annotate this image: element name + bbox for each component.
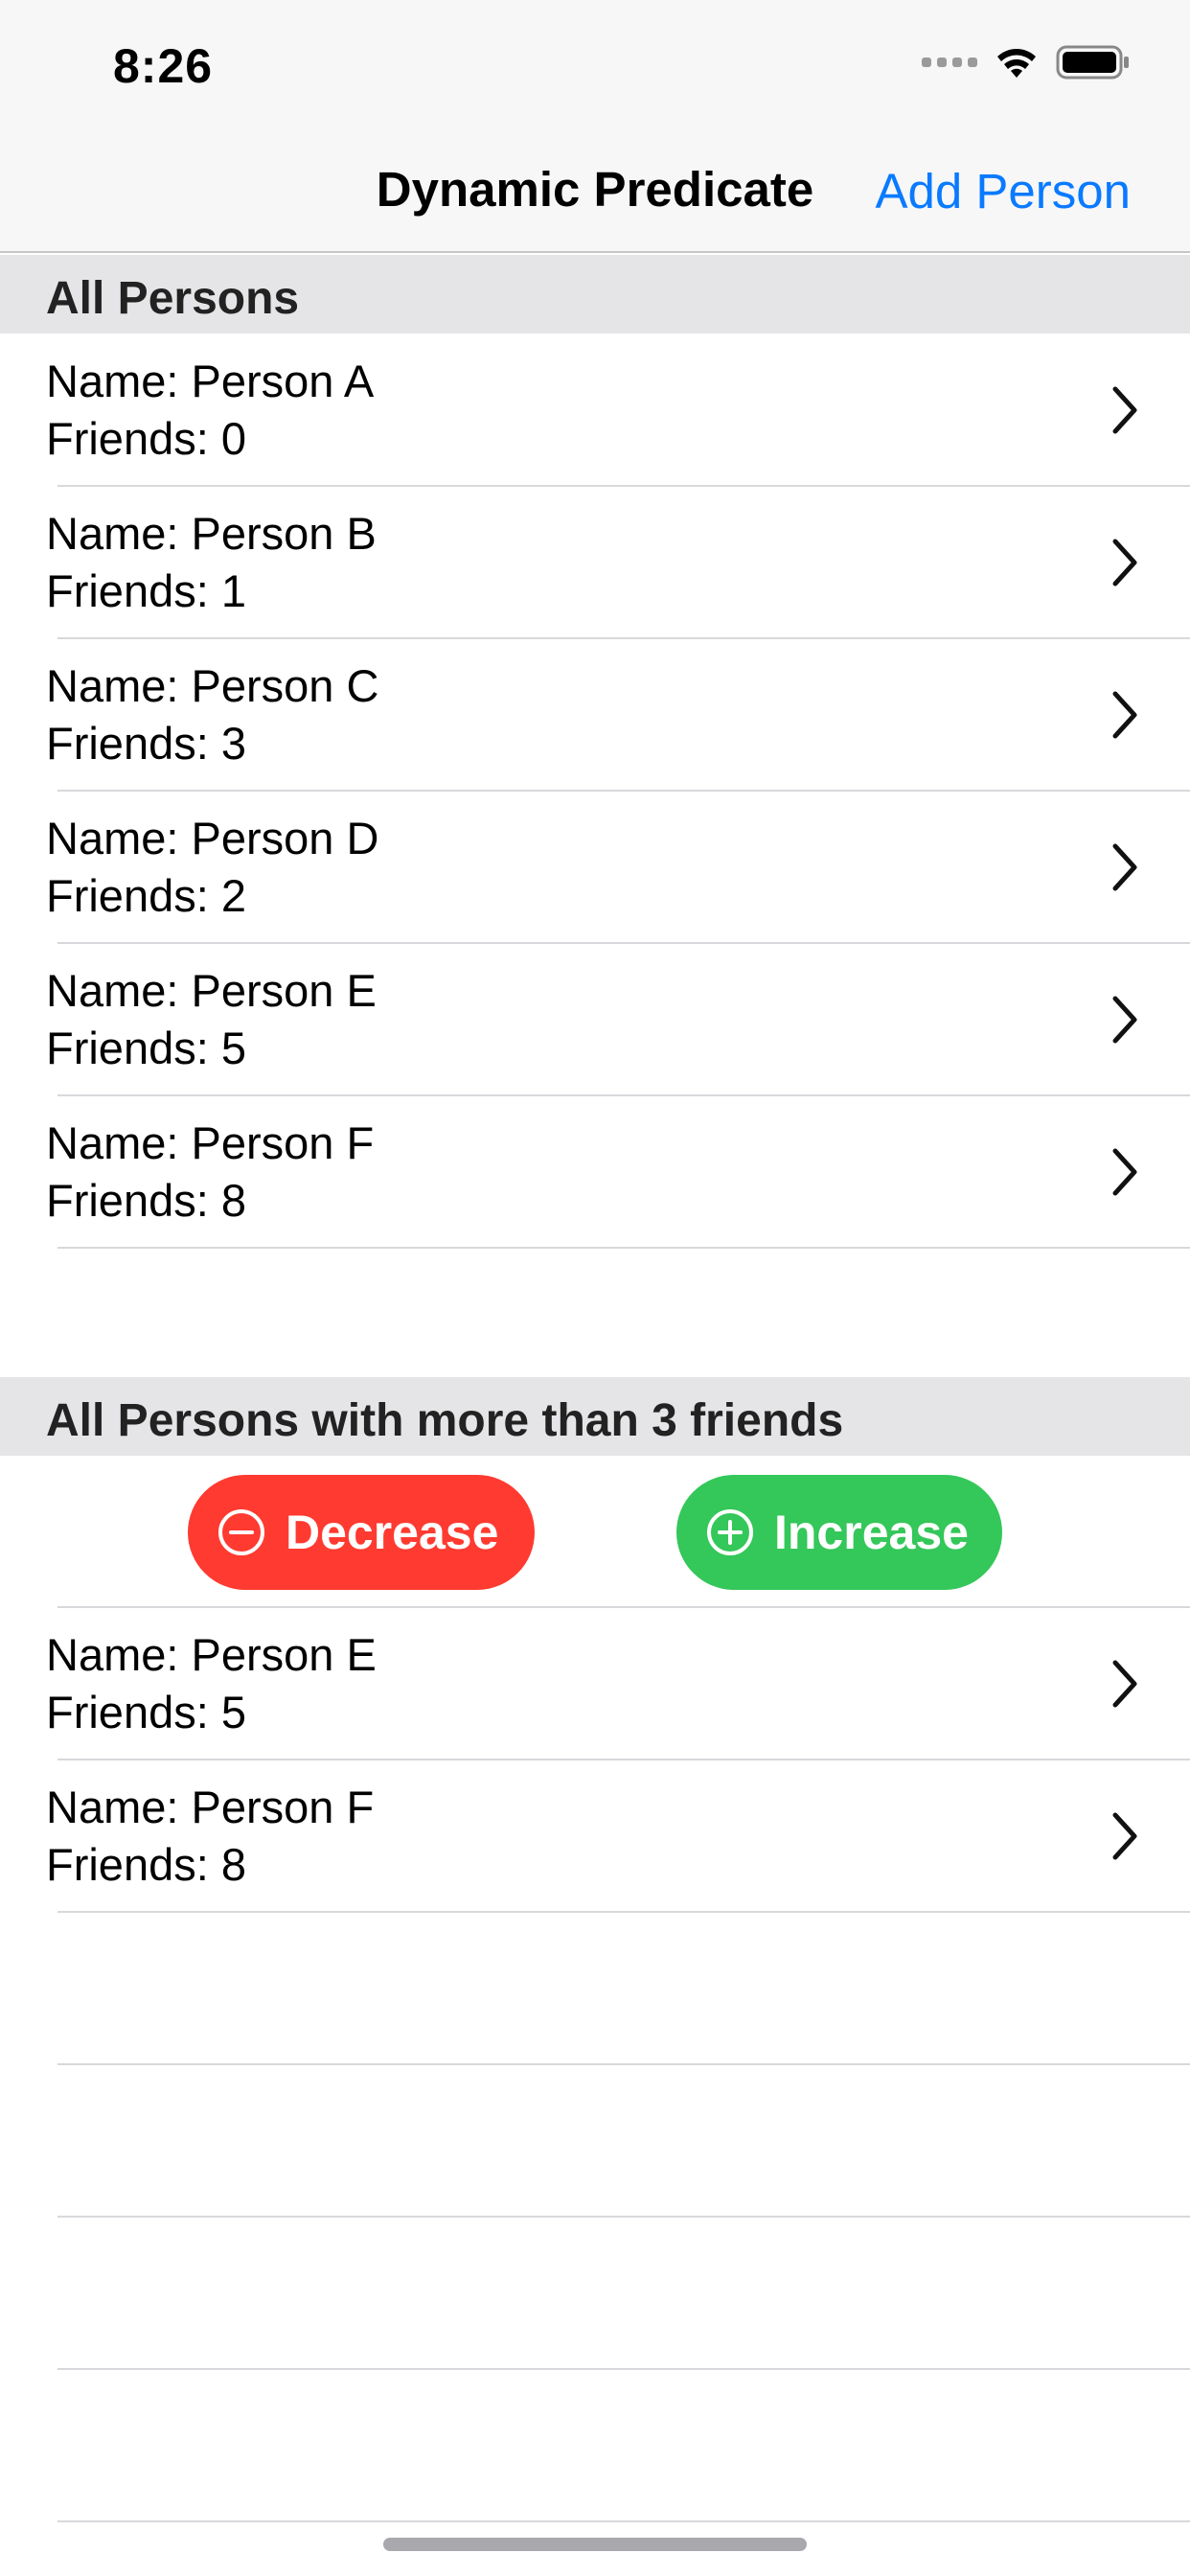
empty-row-separator — [57, 2368, 1190, 2370]
decrease-label: Decrease — [286, 1506, 499, 1559]
person-friends: Friends: 0 — [46, 413, 246, 464]
status-icons — [922, 44, 1131, 80]
table-row[interactable]: Name: Person F Friends: 8 — [0, 1760, 1190, 1912]
chevron-right-icon — [1112, 691, 1137, 739]
decrease-button[interactable]: Decrease — [188, 1475, 535, 1590]
table-row[interactable]: Name: Person E Friends: 5 — [0, 1607, 1190, 1760]
person-friends: Friends: 2 — [46, 870, 246, 921]
chevron-right-icon — [1112, 1812, 1137, 1860]
chevron-right-icon — [1112, 843, 1137, 891]
empty-row-separator — [57, 2520, 1190, 2522]
wifi-icon — [997, 49, 1036, 78]
section-title: All Persons — [46, 273, 300, 324]
section-header-filtered-persons: All Persons with more than 3 friends — [0, 1377, 1190, 1456]
person-friends: Friends: 5 — [46, 1023, 246, 1073]
home-indicator[interactable] — [383, 2538, 807, 2551]
table-row[interactable]: Name: Person A Friends: 0 — [0, 334, 1190, 486]
empty-row-separator — [57, 2216, 1190, 2218]
table-row[interactable]: Name: Person F Friends: 8 — [0, 1095, 1190, 1248]
person-name: Name: Person F — [46, 1782, 375, 1832]
section-title: All Persons with more than 3 friends — [46, 1395, 844, 1446]
person-friends: Friends: 1 — [46, 565, 246, 616]
person-name: Name: Person F — [46, 1117, 375, 1168]
person-name: Name: Person E — [46, 965, 377, 1016]
increase-label: Increase — [774, 1506, 969, 1559]
person-name: Name: Person B — [46, 508, 377, 559]
chevron-right-icon — [1112, 1148, 1137, 1196]
person-name: Name: Person C — [46, 660, 379, 711]
chevron-right-icon — [1112, 539, 1137, 586]
table-row[interactable]: Name: Person D Friends: 2 — [0, 791, 1190, 943]
navigation-bar: 8:26 Dynamic Predicate Add Person — [0, 0, 1190, 253]
row-separator — [57, 1911, 1190, 1913]
person-friends: Friends: 8 — [46, 1839, 246, 1890]
chevron-right-icon — [1112, 996, 1137, 1044]
cellular-signal-icon — [922, 58, 977, 67]
person-friends: Friends: 3 — [46, 718, 246, 769]
table-row[interactable]: Name: Person E Friends: 5 — [0, 943, 1190, 1095]
person-friends: Friends: 8 — [46, 1175, 246, 1226]
chevron-right-icon — [1112, 386, 1137, 434]
person-name: Name: Person E — [46, 1629, 377, 1680]
battery-icon — [1056, 45, 1129, 80]
status-time: 8:26 — [113, 39, 214, 93]
person-name: Name: Person D — [46, 813, 379, 863]
empty-row-separator — [57, 2063, 1190, 2065]
plus-circle-icon — [707, 1509, 753, 1555]
increase-button[interactable]: Increase — [676, 1475, 1002, 1590]
section-header-all-persons: All Persons — [0, 255, 1190, 334]
table-row[interactable]: Name: Person C Friends: 3 — [0, 638, 1190, 791]
person-name: Name: Person A — [46, 356, 375, 406]
screen: 8:26 Dynamic Predicate Add Person All Pe… — [0, 0, 1190, 2576]
add-person-button[interactable]: Add Person — [875, 163, 1131, 219]
minus-circle-icon — [218, 1509, 264, 1555]
row-separator — [57, 1247, 1190, 1249]
table-row[interactable]: Name: Person B Friends: 1 — [0, 486, 1190, 638]
chevron-right-icon — [1112, 1660, 1137, 1708]
person-friends: Friends: 5 — [46, 1687, 246, 1737]
